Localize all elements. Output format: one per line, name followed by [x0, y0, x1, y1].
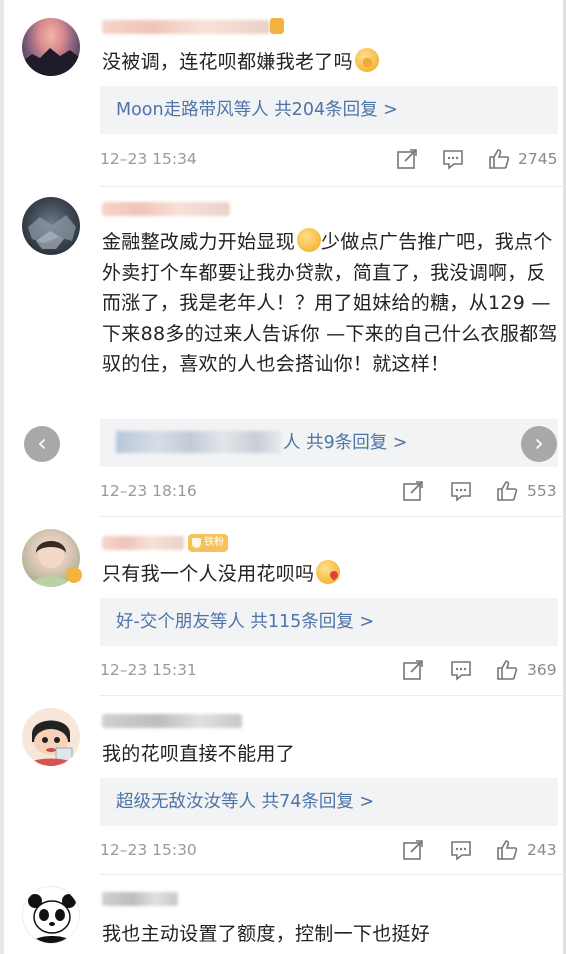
reply-summary[interactable]: 超级无敌汝汝等人 共74条回复 >: [100, 778, 558, 826]
username-blurred[interactable]: [102, 20, 270, 34]
comment-text: 我的花呗直接不能用了: [102, 743, 296, 765]
like-icon[interactable]: [496, 480, 518, 502]
username-blurred[interactable]: [102, 536, 184, 550]
share-icon[interactable]: [396, 148, 418, 170]
like-icon[interactable]: [496, 659, 518, 681]
comment-text: 只有我一个人没用花呗吗: [102, 559, 562, 590]
face-emoji-icon: [297, 228, 322, 252]
verified-badge-icon: [66, 567, 82, 583]
avatar[interactable]: [22, 197, 80, 255]
avatar[interactable]: [22, 708, 80, 766]
like-count: 2745: [518, 150, 558, 168]
comment-meta: 12–23 18:16 553: [100, 480, 560, 504]
timestamp: 12–23 18:16: [100, 482, 197, 500]
timestamp: 12–23 15:31: [100, 661, 197, 679]
like-count: 369: [527, 661, 557, 679]
prev-arrow-button[interactable]: ‹: [24, 426, 60, 462]
comment-meta: 12–23 15:34 2745: [100, 148, 560, 172]
shush-emoji-icon: [354, 48, 379, 72]
share-icon[interactable]: [402, 839, 424, 861]
share-icon[interactable]: [402, 659, 424, 681]
kiss-emoji-icon: [316, 560, 341, 584]
username-blurred[interactable]: [102, 714, 242, 728]
reply-summary[interactable]: Moon走路带风等人 共204条回复 >: [100, 86, 558, 134]
username-blurred[interactable]: [102, 202, 230, 216]
divider: [100, 186, 566, 187]
like-icon[interactable]: [488, 148, 510, 170]
comment-text: 我也主动设置了额度，控制一下也挺好: [102, 923, 431, 945]
next-arrow-button[interactable]: ›: [521, 426, 557, 462]
reply-summary[interactable]: 好-交个朋友等人 共115条回复 >: [100, 598, 558, 646]
avatar[interactable]: [22, 886, 80, 944]
left-edge: [0, 0, 4, 954]
fan-badge-icon: [270, 18, 284, 34]
comment-icon[interactable]: [450, 839, 472, 861]
share-icon[interactable]: [402, 480, 424, 502]
timestamp: 12–23 15:30: [100, 841, 197, 859]
avatar[interactable]: [22, 18, 80, 76]
fan-badge: 铁粉: [188, 534, 228, 552]
reply-names-blurred: [116, 431, 281, 453]
comment-icon[interactable]: [450, 480, 472, 502]
like-count: 553: [527, 482, 557, 500]
like-count: 243: [527, 841, 557, 859]
comment-text: 金融整改威力开始显现 少做点广告推广吧，我点个外卖打个车都要让我办贷款，简直了，我…: [102, 227, 562, 380]
divider: [100, 695, 566, 696]
timestamp: 12–23 15:34: [100, 150, 197, 168]
divider: [100, 516, 566, 517]
comment-icon[interactable]: [442, 148, 464, 170]
comment-icon[interactable]: [450, 659, 472, 681]
like-icon[interactable]: [496, 839, 518, 861]
comment-meta: 12–23 15:30 243: [100, 839, 560, 863]
reply-summary[interactable]: 人 共9条回复 >: [100, 419, 558, 467]
username-blurred[interactable]: [102, 892, 178, 906]
comment-meta: 12–23 15:31 369: [100, 659, 560, 683]
divider: [100, 874, 566, 875]
comment-text: 没被调，连花呗都嫌我老了吗: [102, 47, 562, 78]
